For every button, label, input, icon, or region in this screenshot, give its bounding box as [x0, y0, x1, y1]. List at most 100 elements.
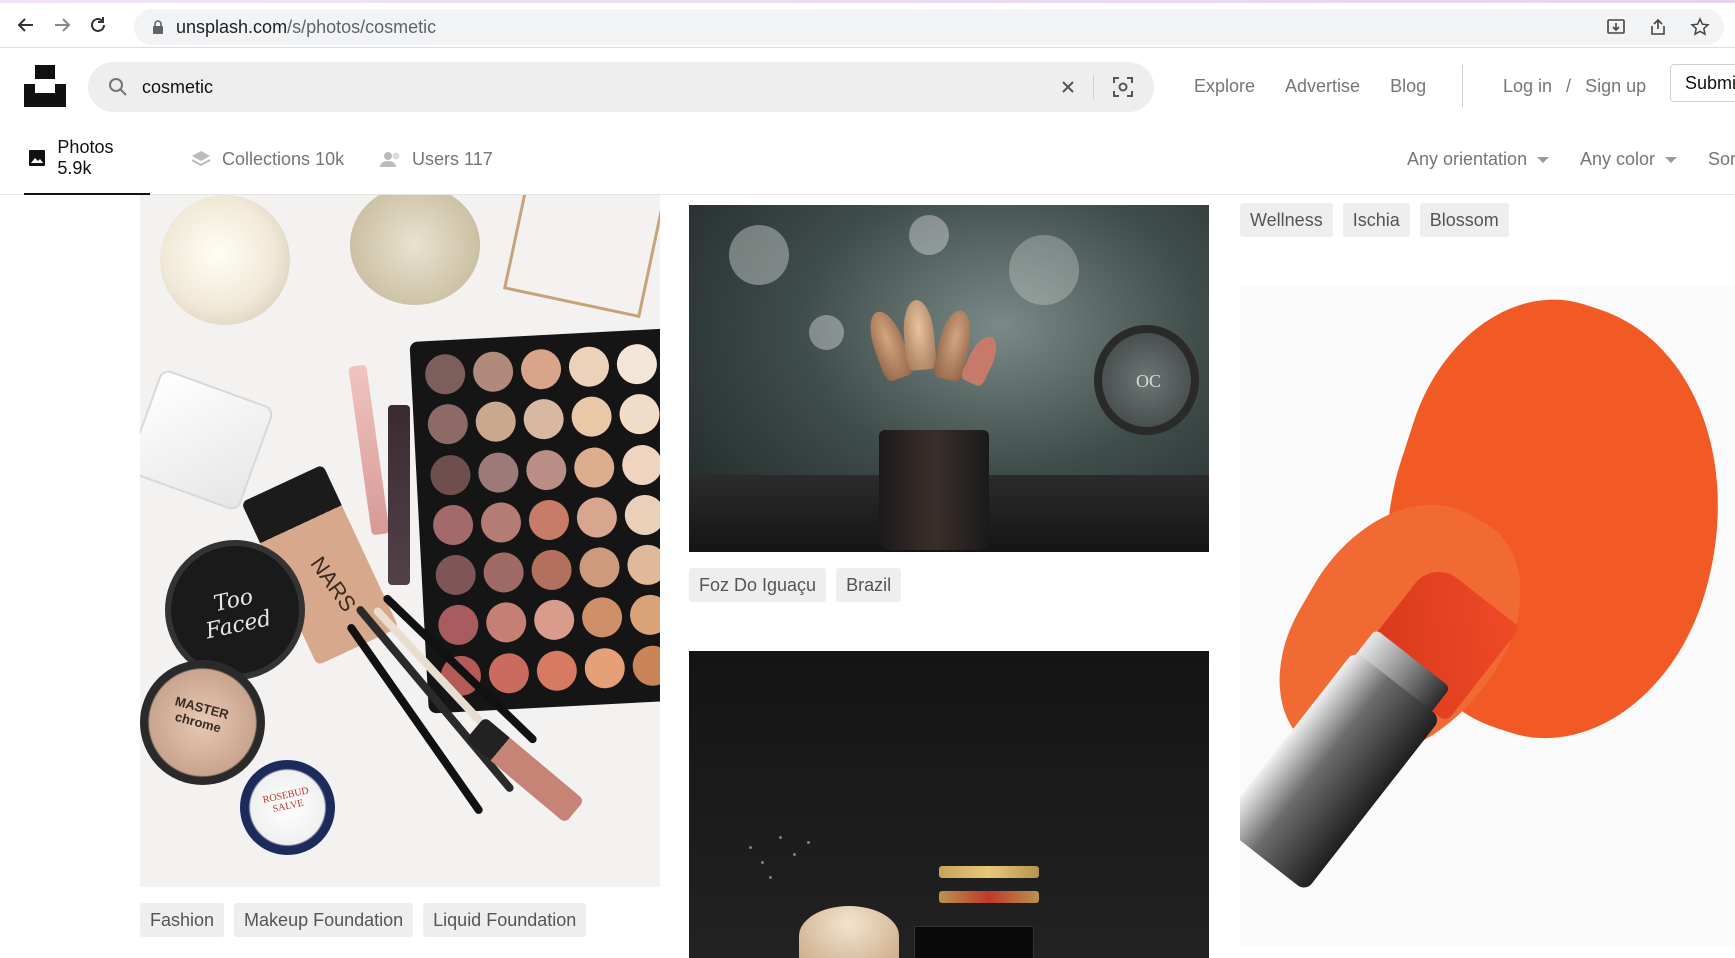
powder-brush-shape [799, 906, 899, 958]
tag-foz-do-iguacu[interactable]: Foz Do Iguaçu [689, 568, 827, 602]
tab-photos-text: Photos [57, 137, 114, 157]
search-bar [88, 62, 1154, 112]
master-chrome-text: MASTER chrome [173, 693, 231, 736]
back-arrow-icon[interactable] [12, 11, 40, 39]
bokeh-shape [1009, 235, 1079, 305]
unsplash-logo-icon[interactable] [24, 65, 66, 107]
visual-search-icon[interactable] [1110, 74, 1136, 100]
mascara-shape [388, 405, 410, 585]
tag-blossom[interactable]: Blossom [1419, 203, 1509, 237]
share-icon[interactable] [1646, 15, 1670, 39]
url-domain: unsplash.com [176, 16, 288, 37]
sort-filter[interactable]: Sor [1708, 123, 1735, 195]
lock-icon[interactable] [150, 19, 166, 35]
compact-mirror-shape: OC [1094, 325, 1199, 435]
glitter-dot [779, 836, 782, 839]
makeup-box-shape [914, 926, 1034, 958]
brush-bristle-shape [901, 298, 937, 372]
glitter-dot [761, 861, 764, 864]
glitter-dot [807, 841, 810, 844]
forward-arrow-icon[interactable] [48, 11, 76, 39]
submit-photo-button[interactable]: Submi [1670, 64, 1735, 102]
nav-link-explore[interactable]: Explore [1194, 76, 1255, 97]
candle-shape [160, 195, 290, 325]
bookmark-star-icon[interactable] [1688, 15, 1712, 39]
search-icon[interactable] [106, 75, 130, 99]
oc-text: OC [1136, 371, 1162, 391]
chevron-down-icon [1665, 157, 1678, 163]
brush-cup-shape [879, 430, 989, 550]
tab-users-count: 117 [464, 148, 493, 169]
header-divider [1462, 65, 1463, 107]
nav-link-blog[interactable]: Blog [1390, 76, 1426, 97]
tab-photos-label: Photos 5.9k [57, 137, 150, 179]
tag-liquid-foundation[interactable]: Liquid Foundation [423, 903, 587, 937]
auth-links: Log in / Sign up [1503, 76, 1646, 97]
tab-collections-text: Collections [222, 148, 311, 169]
nav-link-advertise[interactable]: Advertise [1285, 76, 1360, 97]
tab-collections-label: Collections 10k [222, 149, 344, 170]
orientation-filter[interactable]: Any orientation [1407, 123, 1550, 195]
color-filter[interactable]: Any color [1580, 123, 1678, 195]
tag-fashion[interactable]: Fashion [140, 903, 225, 937]
lip-stick-shape [939, 891, 1039, 903]
tab-users-text: Users [412, 148, 460, 169]
header-nav: Explore Advertise Blog [1194, 76, 1426, 97]
glitter-dot [749, 846, 752, 849]
orientation-filter-label: Any orientation [1407, 148, 1528, 169]
tab-collections[interactable]: Collections 10k [190, 123, 344, 195]
bokeh-shape [809, 315, 844, 350]
tag-wellness[interactable]: Wellness [1240, 203, 1333, 237]
tag-list-col1: Fashion Makeup Foundation Liquid Foundat… [140, 903, 587, 937]
gold-frame-shape [503, 195, 660, 319]
chevron-down-icon [1537, 157, 1550, 163]
tab-users-label: Users 117 [412, 149, 493, 170]
tab-photos-count: 5.9k [57, 158, 92, 178]
address-bar[interactable]: unsplash.com/s/photos/cosmetic [134, 9, 1724, 45]
tag-list-col2: Foz Do Iguaçu Brazil [689, 568, 902, 602]
photo-makeup-brushes[interactable]: OC [689, 205, 1209, 552]
users-icon [380, 148, 402, 170]
search-separator [1093, 75, 1094, 99]
auth-separator: / [1566, 76, 1572, 96]
tag-list-col3: Wellness Ischia Blossom [1240, 203, 1509, 237]
tag-brazil[interactable]: Brazil [836, 568, 902, 602]
too-faced-text: Too Faced [203, 584, 274, 645]
jar-shape [350, 195, 480, 305]
tag-makeup-foundation[interactable]: Makeup Foundation [234, 903, 414, 937]
search-input[interactable] [142, 76, 1022, 98]
nars-text: NARS [305, 551, 362, 617]
too-faced-compact: Too Faced [165, 540, 305, 680]
photo-icon [26, 147, 47, 169]
collections-icon [190, 148, 212, 170]
bokeh-shape [729, 225, 789, 285]
browser-toolbar: unsplash.com/s/photos/cosmetic [0, 3, 1735, 48]
url-path: /s/photos/cosmetic [287, 16, 437, 37]
submit-photo-label: Submi [1685, 72, 1735, 93]
clear-search-icon[interactable] [1056, 75, 1080, 99]
login-link[interactable]: Log in [1503, 76, 1552, 97]
tab-users[interactable]: Users 117 [380, 123, 493, 195]
search-tabs-row: Photos 5.9k Collections 10k Users 117 An… [0, 123, 1735, 195]
photo-makeup-flatlay[interactable]: NARS Too Faced MASTER chrome ROSEBUD SAL… [140, 195, 660, 887]
install-icon[interactable] [1604, 15, 1628, 39]
lip-pencil-shape [348, 364, 390, 536]
glitter-dot [769, 876, 772, 879]
rosebud-text: ROSEBUD SALVE [261, 785, 310, 816]
signup-link[interactable]: Sign up [1585, 76, 1646, 97]
tab-photos[interactable]: Photos 5.9k [24, 123, 150, 195]
url-text[interactable]: unsplash.com/s/photos/cosmetic [176, 17, 436, 38]
tag-ischia[interactable]: Ischia [1342, 203, 1410, 237]
photo-lipstick-smear[interactable] [1240, 286, 1735, 946]
bokeh-shape [909, 215, 949, 255]
sort-filter-label: Sor [1708, 148, 1735, 169]
glitter-dot [793, 853, 796, 856]
lip-stick-shape [939, 866, 1039, 878]
rosebud-salve-tin: ROSEBUD SALVE [240, 760, 335, 855]
color-filter-label: Any color [1580, 148, 1656, 169]
reload-icon[interactable] [84, 11, 112, 39]
master-chrome-compact: MASTER chrome [140, 660, 265, 785]
tab-collections-count: 10k [315, 148, 345, 169]
site-header: Explore Advertise Blog Log in / Sign up … [0, 49, 1735, 123]
photo-dark-cosmetics[interactable] [689, 651, 1209, 958]
